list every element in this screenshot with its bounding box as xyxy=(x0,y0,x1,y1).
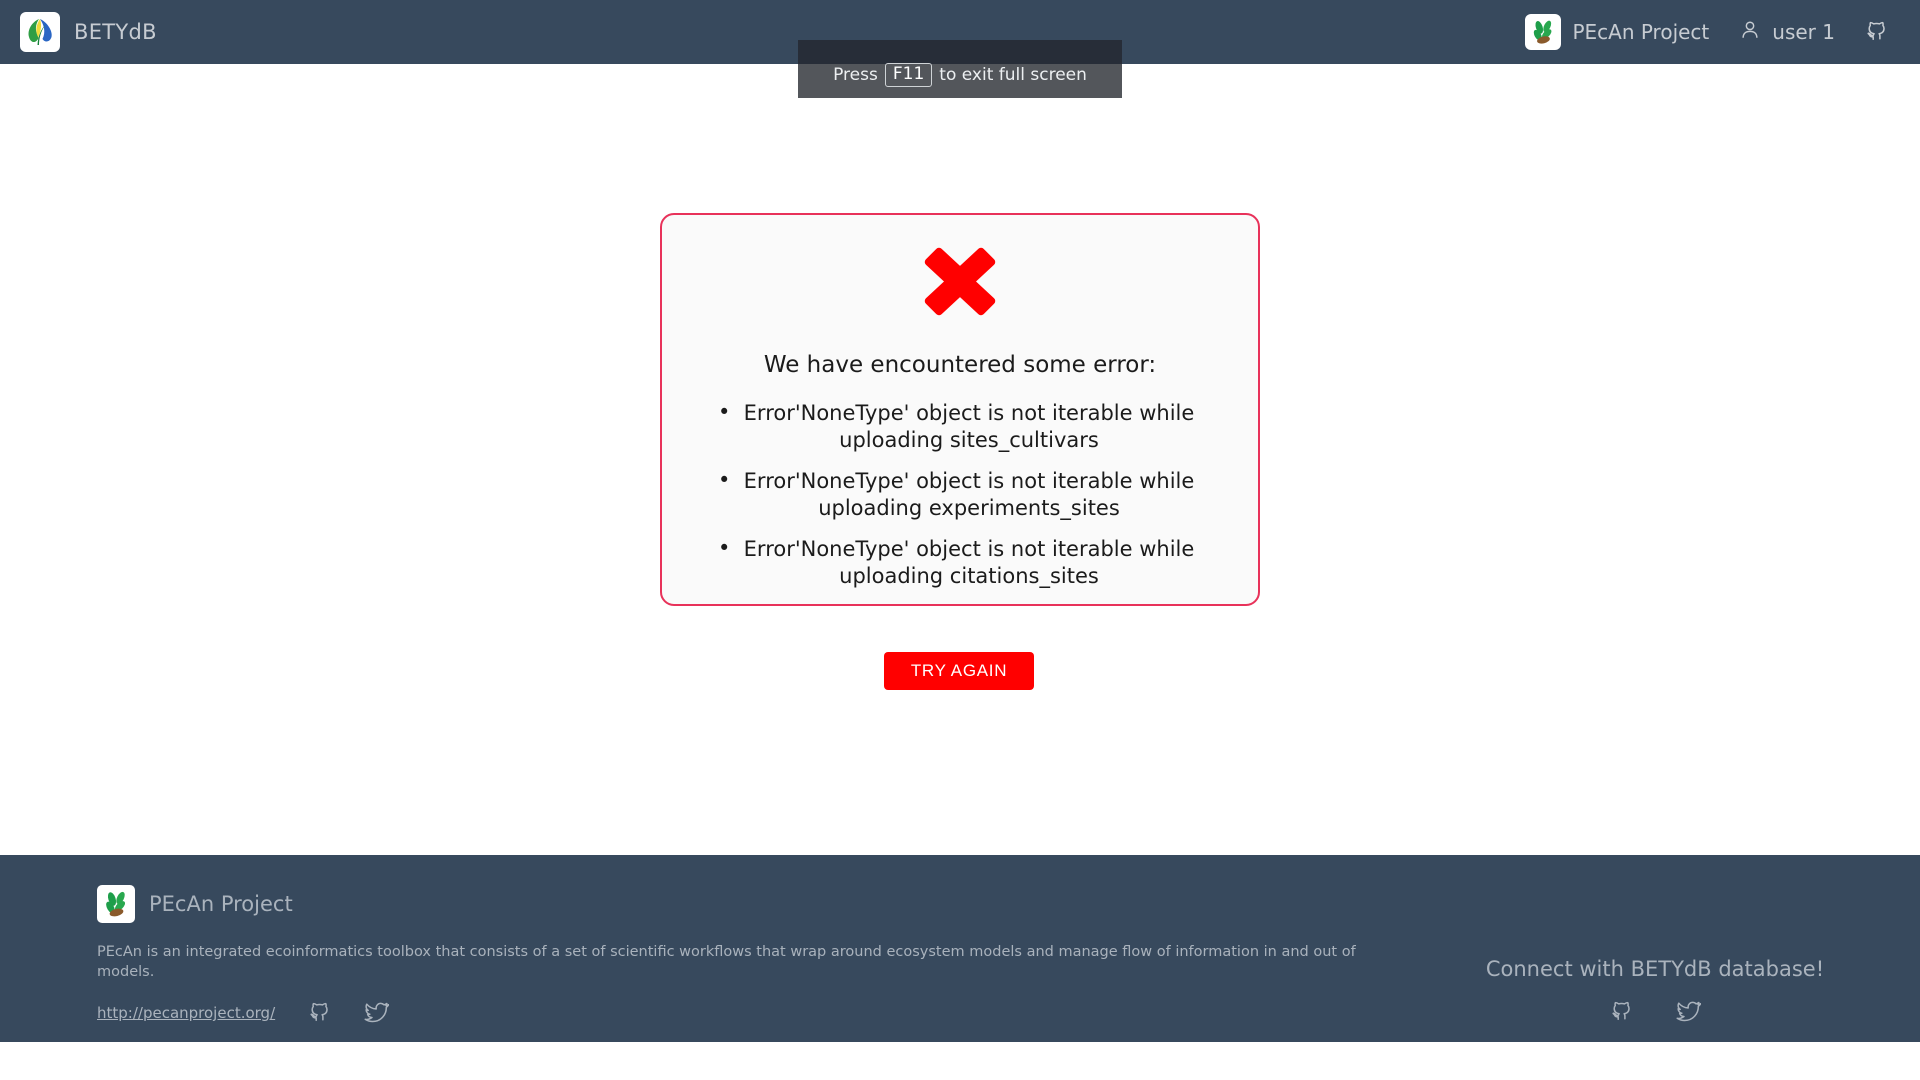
betydb-leaf-logo-icon xyxy=(20,12,60,52)
nav-github-link[interactable] xyxy=(1850,0,1902,64)
twitter-icon[interactable] xyxy=(363,998,390,1028)
red-x-error-icon xyxy=(924,247,996,316)
github-icon xyxy=(1864,18,1888,47)
brand-home-link[interactable]: BETYdB xyxy=(20,12,157,52)
try-again-button[interactable]: TRY AGAIN xyxy=(884,652,1034,690)
footer-brand-label: PEcAn Project xyxy=(149,892,293,916)
pecan-leaf-logo-icon xyxy=(1525,14,1562,50)
fullscreen-exit-toast: Press F11 to exit full screen xyxy=(798,40,1122,98)
list-item: Error'NoneType' object is not iterable w… xyxy=(660,535,1260,590)
github-icon[interactable] xyxy=(307,999,331,1027)
footer-left-column: PEcAn Project PEcAn is an integrated eco… xyxy=(97,885,1397,1028)
nav-pecan-project-label: PEcAn Project xyxy=(1572,20,1710,44)
page-footer: PEcAn Project PEcAn is an integrated eco… xyxy=(0,855,1920,1042)
footer-right-column: Connect with BETYdB database! xyxy=(1470,957,1840,1027)
connect-icons-row xyxy=(1470,997,1840,1027)
navbar-right-group: PEcAn Project user 1 xyxy=(1510,0,1902,64)
nav-user-label: user 1 xyxy=(1772,20,1835,44)
error-card: We have encountered some error: Error'No… xyxy=(660,213,1260,606)
nav-pecan-project[interactable]: PEcAn Project xyxy=(1510,0,1724,64)
error-heading: We have encountered some error: xyxy=(763,352,1157,378)
brand-title: BETYdB xyxy=(74,20,157,44)
pecan-website-link[interactable]: http://pecanproject.org/ xyxy=(97,1004,275,1022)
footer-brand[interactable]: PEcAn Project xyxy=(97,885,1397,923)
error-list: Error'NoneType' object is not iterable w… xyxy=(660,399,1260,604)
toast-suffix: to exit full screen xyxy=(939,65,1087,85)
footer-description: PEcAn is an integrated ecoinformatics to… xyxy=(97,944,1356,980)
toast-prefix: Press xyxy=(833,65,878,85)
twitter-icon[interactable] xyxy=(1675,997,1702,1027)
connect-title: Connect with BETYdB database! xyxy=(1485,957,1825,981)
person-icon xyxy=(1739,19,1761,46)
toast-key-f11: F11 xyxy=(884,62,933,88)
list-item: Error'NoneType' object is not iterable w… xyxy=(660,467,1260,522)
toast-top-strip xyxy=(798,40,1122,64)
list-item: Error'NoneType' object is not iterable w… xyxy=(660,399,1260,454)
github-icon[interactable] xyxy=(1609,998,1633,1026)
toast-message: Press F11 to exit full screen xyxy=(833,62,1087,88)
main-content: We have encountered some error: Error'No… xyxy=(0,64,1920,855)
pecan-leaf-logo-icon xyxy=(97,885,135,923)
footer-links-row: http://pecanproject.org/ xyxy=(97,998,1397,1028)
nav-user-menu[interactable]: user 1 xyxy=(1724,0,1850,64)
